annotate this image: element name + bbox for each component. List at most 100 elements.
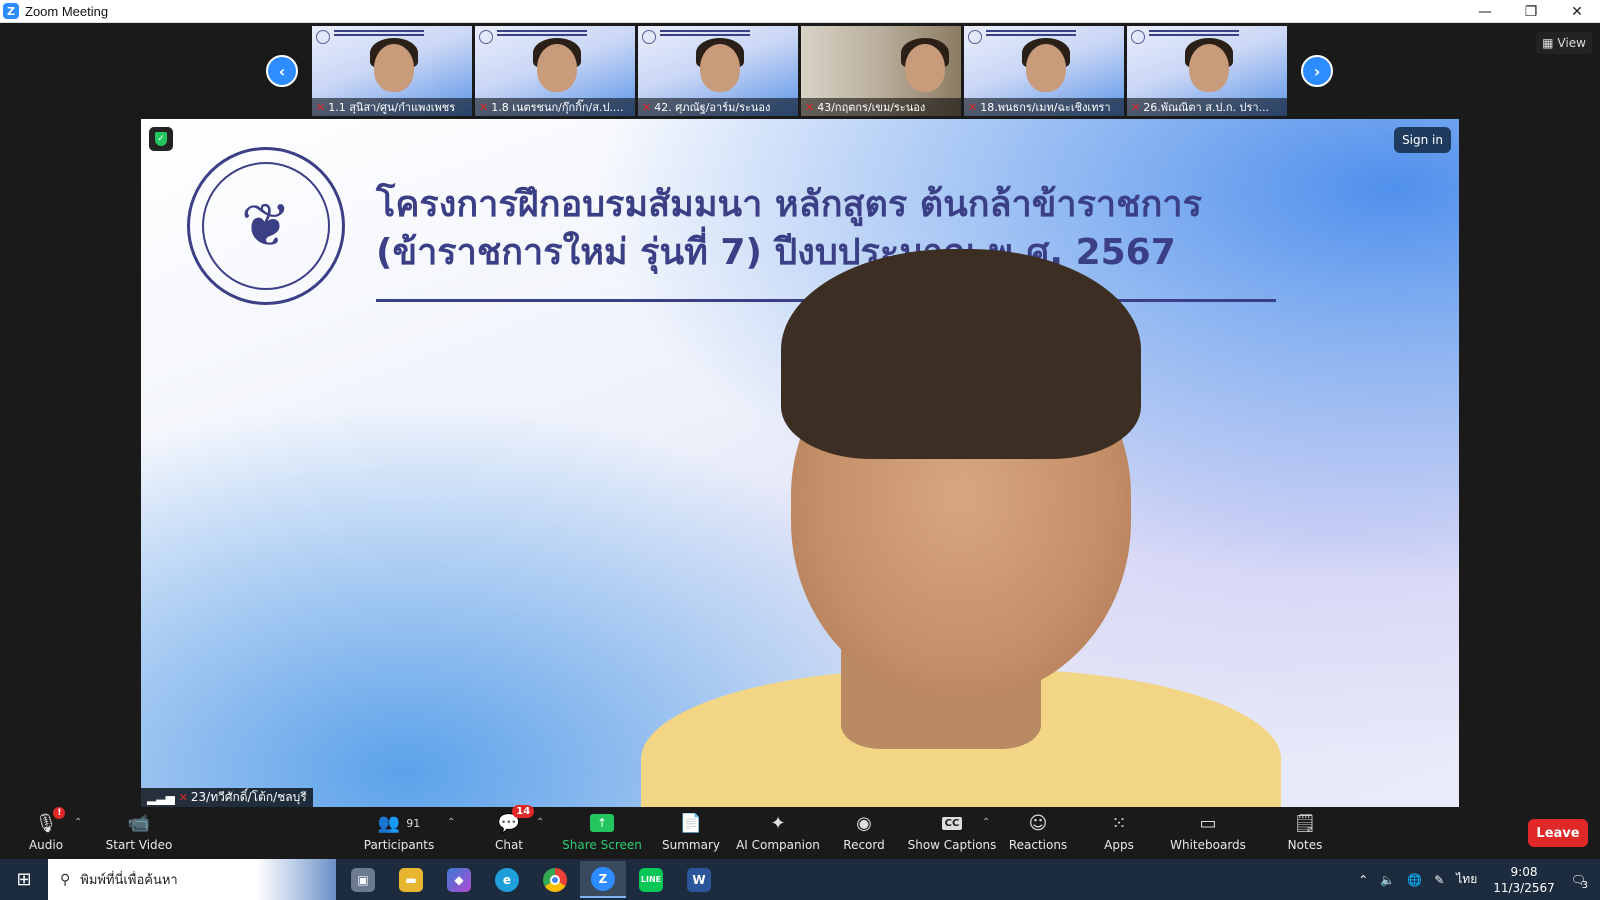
notes-button[interactable]: 🗒 Notes — [1287, 811, 1323, 857]
close-button[interactable]: ✕ — [1554, 0, 1600, 23]
captions-cc-icon: CC — [941, 811, 963, 835]
summary-icon: 📄 — [679, 812, 703, 834]
system-tray: ⌃ 🔈 🌐 ✎ ไทย 9:08 11/3/2567 🗨 3 — [1352, 859, 1600, 900]
mic-muted-icon: ✕ — [178, 791, 188, 804]
whiteboards-button[interactable]: ▭ Whiteboards — [1170, 811, 1246, 857]
participants-icon: 👥 91 — [377, 812, 421, 834]
window-title: Zoom Meeting — [25, 3, 109, 19]
taskbar-app-chrome[interactable] — [532, 861, 578, 898]
copilot-icon: ◆ — [447, 867, 471, 892]
audio-alert-badge: ! — [53, 807, 66, 819]
slide-title-line-1: โครงการฝึกอบรมสัมมนา หลักสูตร ต้นกล้าข้า… — [376, 184, 1202, 225]
participant-thumbnail[interactable]: ✕ 43/กฤตกร/เขม/ระนอง — [801, 26, 961, 116]
folder-icon: ▬ — [399, 867, 423, 892]
captions-caret-icon[interactable]: ⌃ — [982, 817, 990, 828]
windows-start-icon[interactable]: ⊞ — [0, 859, 48, 900]
chat-icon: 💬 14 — [498, 805, 535, 835]
active-speaker-name: 23/ทวีศักดิ์/โต้ก/ชลบุรี — [190, 790, 307, 804]
start-video-button[interactable]: 📹 Start Video — [106, 811, 173, 857]
grid-icon: ▦ — [1542, 36, 1554, 50]
share-screen-icon: ↑ — [590, 811, 614, 835]
view-button[interactable]: ▦ View — [1536, 32, 1592, 54]
participant-name-tag: ✕ 1.8 เนตรชนก/กุ๊กกิ๊ก/ส.ป.... — [475, 98, 635, 116]
taskbar-app-edge[interactable]: e — [484, 861, 530, 898]
taskbar-clock[interactable]: 9:08 11/3/2567 — [1493, 864, 1555, 896]
show-captions-button[interactable]: CC Show Captions — [908, 811, 996, 857]
signal-strength-icon: ▂▃▅ — [147, 790, 175, 805]
leave-button[interactable]: Leave — [1528, 819, 1588, 847]
mic-muted-icon: ✕ — [1131, 100, 1141, 114]
participant-name-tag: ✕ 18.พนธกร/เมท/ฉะเชิงเทรา — [964, 98, 1124, 116]
participant-name-tag: ✕ 42. ศุภณัฐ/อาร์ม/ระนอง — [638, 98, 798, 116]
participant-thumbnail[interactable]: ✕ 1.1 สุนิสา/ศูน/กำแพงเพชร — [312, 26, 472, 116]
chat-label: Chat — [494, 838, 524, 852]
summary-button[interactable]: 📄 Summary — [662, 811, 720, 857]
participants-count: 91 — [406, 816, 421, 830]
ai-companion-button[interactable]: ✦ AI Companion — [736, 811, 820, 857]
participant-name: 42. ศุภณัฐ/อาร์ม/ระนอง — [654, 101, 771, 114]
speaker-hair — [781, 249, 1141, 459]
edge-browser-icon: e — [495, 867, 519, 892]
taskbar-app-word[interactable]: W — [676, 861, 722, 898]
window-controls: — ❐ ✕ — [1462, 0, 1600, 23]
participant-thumbnail[interactable]: ✕ 42. ศุภณัฐ/อาร์ม/ระนอง — [638, 26, 798, 116]
active-speaker-name-tag: ▂▃▅ ✕ 23/ทวีศักดิ์/โต้ก/ชลบุรี — [141, 788, 313, 807]
notes-label: Notes — [1287, 838, 1323, 852]
audio-button[interactable]: 🎙! Audio — [28, 807, 66, 857]
apps-button[interactable]: ⁙ Apps — [1104, 811, 1134, 857]
next-page-button[interactable]: › — [1301, 55, 1333, 87]
input-language-indicator[interactable]: ไทย — [1456, 870, 1477, 889]
view-label: View — [1557, 36, 1586, 50]
notification-count: 3 — [1581, 879, 1588, 891]
notes-icon: 🗒 — [1293, 812, 1317, 834]
participant-face — [905, 44, 945, 92]
encryption-shield-icon[interactable]: ✓ — [149, 127, 173, 151]
participant-thumbnail[interactable]: ✕ 26.พัณณิตา ส.ป.ก. ปรา... — [1127, 26, 1287, 116]
participants-caret-icon[interactable]: ⌃ — [447, 817, 455, 828]
taskbar-search-input[interactable]: ⚲ พิมพ์ที่นี่เพื่อค้นหา — [48, 859, 336, 900]
tray-overflow-chevron-icon[interactable]: ⌃ — [1358, 873, 1368, 887]
participant-face — [700, 44, 740, 92]
search-highlight-image — [256, 859, 336, 900]
participant-name-tag: ✕ 26.พัณณิตา ส.ป.ก. ปรา... — [1127, 98, 1287, 116]
taskbar-app-file-explorer[interactable]: ▬ — [388, 861, 434, 898]
restore-button[interactable]: ❐ — [1508, 0, 1554, 23]
taskbar-app-zoom[interactable]: Z — [580, 861, 626, 898]
chat-button[interactable]: 💬 14 Chat — [494, 805, 535, 857]
speaker-person — [641, 249, 1281, 807]
taskbar-app-copilot[interactable]: ◆ — [436, 861, 482, 898]
taskbar-app-line[interactable]: LINE — [628, 861, 674, 898]
mic-muted-icon: ✕ — [479, 100, 489, 114]
participant-face — [1026, 44, 1066, 92]
active-speaker-video[interactable]: ✓ Sign in ❦ โครงการฝึกอบรมสัมมนา หลักสูต… — [141, 119, 1459, 807]
search-placeholder: พิมพ์ที่นี่เพื่อค้นหา — [80, 873, 178, 888]
seal-icon — [479, 30, 493, 44]
meeting-toolbar: 🎙! Audio ⌃ 📹 Start Video 👥 91 Participant… — [0, 805, 1600, 859]
reactions-button[interactable]: ☺ Reactions — [1009, 811, 1067, 857]
participants-button[interactable]: 👥 91 Participants — [364, 811, 435, 857]
record-label: Record — [843, 838, 885, 852]
notifications-icon[interactable]: 🗨 3 — [1571, 873, 1588, 891]
participant-name: 26.พัณณิตา ส.ป.ก. ปรา... — [1143, 101, 1270, 114]
ai-companion-label: AI Companion — [736, 838, 820, 852]
clock-date: 11/3/2567 — [1493, 880, 1555, 895]
minimize-button[interactable]: — — [1462, 0, 1508, 23]
participant-name: 1.8 เนตรชนก/กุ๊กกิ๊ก/ส.ป.... — [491, 101, 624, 114]
pen-icon[interactable]: ✎ — [1434, 873, 1444, 887]
word-app-icon: W — [687, 867, 711, 892]
prev-page-button[interactable]: ‹ — [266, 55, 298, 87]
record-button[interactable]: ◉ Record — [843, 811, 885, 857]
network-globe-icon[interactable]: 🌐 — [1407, 873, 1422, 887]
sign-in-button[interactable]: Sign in — [1394, 127, 1451, 153]
share-screen-button[interactable]: ↑ Share Screen — [562, 811, 642, 857]
participant-thumbnail[interactable]: ✕ 18.พนธกร/เมท/ฉะเชิงเทรา — [964, 26, 1124, 116]
taskbar-app-task-view[interactable]: ▣ — [340, 861, 386, 898]
window-titlebar: Z Zoom Meeting — ❐ ✕ — [0, 0, 1600, 23]
show-captions-label: Show Captions — [907, 838, 997, 852]
chevron-left-icon: ‹ — [278, 61, 286, 81]
chat-caret-icon[interactable]: ⌃ — [536, 817, 544, 828]
task-view-icon: ▣ — [351, 867, 375, 892]
audio-options-caret-icon[interactable]: ⌃ — [74, 817, 82, 828]
participant-thumbnail[interactable]: ✕ 1.8 เนตรชนก/กุ๊กกิ๊ก/ส.ป.... — [475, 26, 635, 116]
volume-icon[interactable]: 🔈 — [1380, 873, 1395, 887]
